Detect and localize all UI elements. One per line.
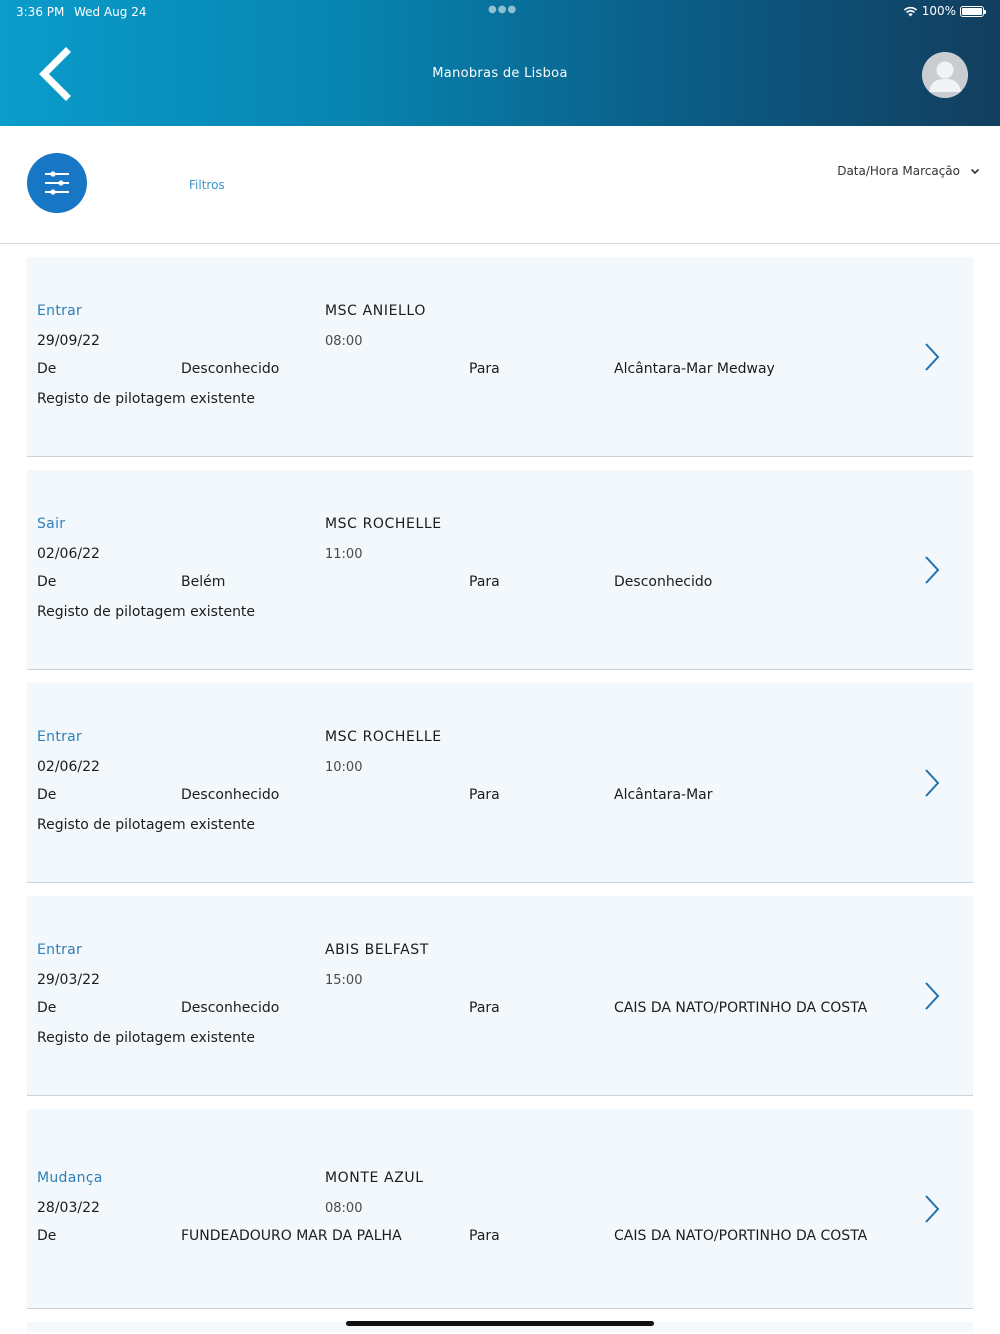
manoeuvre-time: 08:00 xyxy=(325,1201,363,1216)
chevron-right-icon xyxy=(925,343,940,371)
status-bar: 3:36 PM Wed Aug 24 ●●● 100% xyxy=(0,0,1000,24)
pilotage-note: Registo de pilotagem existente xyxy=(37,391,256,407)
from-location: FUNDEADOURO MAR DA PALHA xyxy=(181,1228,402,1244)
manoeuvre-list: Entrar MSC ANIELLO 29/09/22 08:00 De Des… xyxy=(27,257,973,1332)
manoeuvre-type: Entrar xyxy=(37,303,83,319)
chevron-right-icon xyxy=(925,1195,940,1223)
manoeuvre-card[interactable]: Entrar MSC ANIELLO 29/09/22 08:00 De Des… xyxy=(27,257,973,457)
filter-bar: Filtros Data/Hora Marcação xyxy=(0,126,1000,244)
to-label: Para xyxy=(469,1000,500,1016)
to-label: Para xyxy=(469,361,500,377)
ship-name: MSC ROCHELLE xyxy=(325,729,442,745)
chevron-right-icon xyxy=(925,769,940,797)
to-location: CAIS DA NATO/PORTINHO DA COSTA xyxy=(614,1000,868,1016)
battery-fill xyxy=(962,7,982,15)
manoeuvre-date: 29/09/22 xyxy=(37,333,100,349)
to-location: Alcântara-Mar xyxy=(614,787,713,803)
manoeuvre-time: 11:00 xyxy=(325,547,363,562)
filters-label[interactable]: Filtros xyxy=(189,178,225,192)
status-right: 100% xyxy=(903,4,986,18)
status-date: Wed Aug 24 xyxy=(74,5,147,19)
chevron-down-icon xyxy=(970,168,980,174)
to-label: Para xyxy=(469,1228,500,1244)
manoeuvre-card[interactable]: Mudança MONTE AZUL 28/03/22 08:00 De FUN… xyxy=(27,1109,973,1309)
from-label: De xyxy=(37,361,57,377)
manoeuvre-date: 02/06/22 xyxy=(37,546,100,562)
from-label: De xyxy=(37,787,57,803)
chevron-right-icon xyxy=(925,556,940,584)
manoeuvre-time: 15:00 xyxy=(325,973,363,988)
manoeuvre-time: 10:00 xyxy=(325,760,363,775)
to-label: Para xyxy=(469,787,500,803)
from-location: Desconhecido xyxy=(181,787,280,803)
wifi-icon xyxy=(903,6,917,16)
ship-name: ABIS BELFAST xyxy=(325,942,429,958)
pilotage-note: Registo de pilotagem existente xyxy=(37,1030,256,1046)
to-location: Desconhecido xyxy=(614,574,713,590)
from-location: Desconhecido xyxy=(181,361,280,377)
from-label: De xyxy=(37,1000,57,1016)
from-location: Belém xyxy=(181,574,226,590)
sliders-icon xyxy=(45,171,69,195)
app-header: 3:36 PM Wed Aug 24 ●●● 100% Manobras de … xyxy=(0,0,1000,126)
manoeuvre-time: 08:00 xyxy=(325,334,363,349)
avatar-button[interactable] xyxy=(922,52,968,98)
manoeuvre-date: 29/03/22 xyxy=(37,972,100,988)
manoeuvre-type: Sair xyxy=(37,516,66,532)
manoeuvre-type: Entrar xyxy=(37,729,83,745)
manoeuvre-date: 28/03/22 xyxy=(37,1200,100,1216)
pilotage-note: Registo de pilotagem existente xyxy=(37,817,256,833)
sort-label: Data/Hora Marcação xyxy=(837,164,960,178)
battery-percent: 100% xyxy=(921,4,956,18)
from-label: De xyxy=(37,574,57,590)
to-location: CAIS DA NATO/PORTINHO DA COSTA xyxy=(614,1228,868,1244)
manoeuvre-card[interactable]: Entrar MSC ROCHELLE 02/06/22 10:00 De De… xyxy=(27,683,973,883)
multitasking-dots-icon[interactable]: ●●● xyxy=(488,4,517,15)
to-location: Alcântara-Mar Medway xyxy=(614,361,775,377)
to-label: Para xyxy=(469,574,500,590)
chevron-right-icon xyxy=(925,982,940,1010)
filter-button[interactable] xyxy=(27,153,87,213)
manoeuvre-type: Mudança xyxy=(37,1170,103,1186)
home-indicator[interactable] xyxy=(346,1321,654,1326)
ship-name: MSC ROCHELLE xyxy=(325,516,442,532)
user-avatar-icon xyxy=(922,52,968,98)
manoeuvre-type: Entrar xyxy=(37,942,83,958)
status-time: 3:36 PM xyxy=(16,5,65,19)
ship-name: MSC ANIELLO xyxy=(325,303,426,319)
manoeuvre-card[interactable]: Entrar ABIS BELFAST 29/03/22 15:00 De De… xyxy=(27,896,973,1096)
battery-icon xyxy=(960,5,986,17)
ship-name: MONTE AZUL xyxy=(325,1170,424,1186)
sort-dropdown[interactable]: Data/Hora Marcação xyxy=(837,164,980,178)
from-label: De xyxy=(37,1228,57,1244)
manoeuvre-card[interactable]: Sair MSC ROCHELLE 02/06/22 11:00 De Belé… xyxy=(27,470,973,670)
manoeuvre-date: 02/06/22 xyxy=(37,759,100,775)
pilotage-note: Registo de pilotagem existente xyxy=(37,604,256,620)
from-location: Desconhecido xyxy=(181,1000,280,1016)
page-title: Manobras de Lisboa xyxy=(432,66,568,81)
